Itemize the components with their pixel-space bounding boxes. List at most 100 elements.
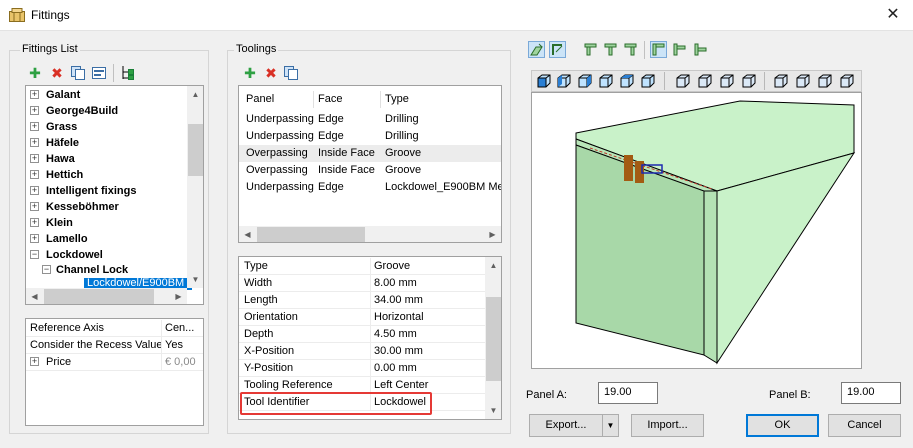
collapse-icon[interactable]: − <box>30 250 39 259</box>
view-iso-bottom-icon[interactable] <box>640 73 656 89</box>
column-header-face[interactable]: Face <box>318 93 342 105</box>
tooling-type: Drilling <box>385 113 419 125</box>
view-mode-front-icon[interactable] <box>528 41 545 58</box>
fittings-tree[interactable]: + Galant + George4Build + Grass + Häfele + Hawa + H… <box>25 85 204 305</box>
view-left-icon[interactable] <box>719 73 735 89</box>
scroll-up-icon[interactable]: ▲ <box>485 257 501 274</box>
view-hidden-icon[interactable] <box>817 73 833 89</box>
fitting-parameters-grid[interactable]: Reference Axis Cen... Consider the Recess … <box>25 318 204 426</box>
copy-tooling-icon[interactable] <box>283 65 299 81</box>
view-iso-right-icon[interactable] <box>577 73 593 89</box>
joint-side-inset-icon[interactable] <box>692 41 709 58</box>
view-front-icon[interactable] <box>675 73 691 89</box>
property-row-type[interactable]: Type Groove <box>239 258 485 275</box>
scroll-thumb[interactable] <box>188 124 203 176</box>
delete-icon[interactable]: ✖ <box>49 65 65 81</box>
preview-3d-viewport[interactable] <box>531 92 862 369</box>
view-mode-side-icon[interactable] <box>549 41 566 58</box>
property-value[interactable]: 34.00 mm <box>374 294 423 306</box>
property-value[interactable]: Horizontal <box>374 311 424 323</box>
expand-icon[interactable]: + <box>30 186 39 195</box>
collapse-icon[interactable]: − <box>42 265 51 274</box>
tree-vertical-scrollbar[interactable]: ▲ ▼ <box>187 86 203 288</box>
joint-top-overlap-icon[interactable] <box>582 41 599 58</box>
close-icon[interactable]: ✕ <box>880 4 906 26</box>
scroll-thumb[interactable] <box>44 289 154 304</box>
property-row-length[interactable]: Length 34.00 mm <box>239 292 485 309</box>
scroll-down-icon[interactable]: ▼ <box>485 402 501 419</box>
view-iso-front-icon[interactable] <box>536 73 552 89</box>
add-tooling-icon[interactable]: ✚ <box>242 65 258 81</box>
expand-icon[interactable]: + <box>30 170 39 179</box>
cancel-button[interactable]: Cancel <box>828 414 901 437</box>
expand-icon[interactable]: + <box>30 234 39 243</box>
column-header-type[interactable]: Type <box>385 93 409 105</box>
joint-side-corner-icon[interactable] <box>650 41 667 58</box>
property-row-depth[interactable]: Depth 4.50 mm <box>239 326 485 343</box>
property-row-orientation[interactable]: Orientation Horizontal <box>239 309 485 326</box>
tooling-face: Edge <box>318 113 344 125</box>
toolings-horizontal-scrollbar[interactable]: ◀ ▶ <box>239 226 501 242</box>
scroll-up-icon[interactable]: ▲ <box>187 86 203 103</box>
view-right-icon[interactable] <box>741 73 757 89</box>
joint-top-center-icon[interactable] <box>602 41 619 58</box>
tooling-row[interactable]: Overpassing Inside Face Groove <box>239 162 501 179</box>
delete-tooling-icon[interactable]: ✖ <box>263 65 279 81</box>
view-back-icon[interactable] <box>697 73 713 89</box>
parameter-row-consider-the-recess-value[interactable]: Consider the Recess Value Yes <box>26 337 203 354</box>
property-value[interactable]: 8.00 mm <box>374 277 417 289</box>
scroll-left-icon[interactable]: ◀ <box>26 288 43 304</box>
expand-icon[interactable]: + <box>30 138 39 147</box>
properties-vertical-scrollbar[interactable]: ▲ ▼ <box>485 257 501 419</box>
property-value[interactable]: Groove <box>374 260 410 272</box>
property-row-width[interactable]: Width 8.00 mm <box>239 275 485 292</box>
joint-top-inset-icon[interactable] <box>622 41 639 58</box>
view-iso-left-icon[interactable] <box>556 73 572 89</box>
scroll-thumb[interactable] <box>257 227 365 242</box>
column-header-panel[interactable]: Panel <box>246 93 274 105</box>
property-value[interactable]: 4.50 mm <box>374 328 417 340</box>
property-value[interactable]: 30.00 mm <box>374 345 423 357</box>
property-row-y-position[interactable]: Y-Position 0.00 mm <box>239 360 485 377</box>
property-row-x-position[interactable]: X-Position 30.00 mm <box>239 343 485 360</box>
copy-icon[interactable] <box>70 65 86 81</box>
ok-button[interactable]: OK <box>746 414 819 437</box>
scroll-down-icon[interactable]: ▼ <box>187 271 203 288</box>
view-shaded-icon[interactable] <box>773 73 789 89</box>
expand-icon[interactable]: + <box>30 90 39 99</box>
expand-icon[interactable]: + <box>30 106 39 115</box>
export-button[interactable]: Export... ▼ <box>529 414 619 437</box>
toolings-list[interactable]: Panel Face Type Underpassing Edge Drilling Un… <box>238 85 502 243</box>
expand-icon[interactable]: + <box>30 218 39 227</box>
expand-icon[interactable]: + <box>30 357 39 366</box>
tree-horizontal-scrollbar[interactable]: ◀ ▶ <box>26 288 187 304</box>
properties-icon[interactable] <box>91 65 107 81</box>
property-value[interactable]: Left Center <box>374 379 428 391</box>
parameter-row-price[interactable]: + Price € 0,00 <box>26 354 203 371</box>
expand-icon[interactable]: + <box>30 202 39 211</box>
export-dropdown-icon[interactable]: ▼ <box>602 415 618 436</box>
scroll-left-icon[interactable]: ◀ <box>239 226 256 242</box>
parameter-row-reference-axis[interactable]: Reference Axis Cen... <box>26 320 203 337</box>
tooling-row[interactable]: Underpassing Edge Drilling <box>239 128 501 145</box>
tooling-row[interactable]: Underpassing Edge Drilling <box>239 111 501 128</box>
expand-icon[interactable]: + <box>30 154 39 163</box>
scroll-right-icon[interactable]: ▶ <box>484 226 501 242</box>
tree-item-label: Lockdowel <box>46 249 103 261</box>
tree-structure-icon[interactable] <box>120 65 136 81</box>
panel-b-thickness-input[interactable]: 19.00 <box>841 382 901 404</box>
view-iso-back-icon[interactable] <box>598 73 614 89</box>
tooling-row[interactable]: Underpassing Edge Lockdowel_E900BM Met <box>239 179 501 196</box>
joint-side-tee-icon[interactable] <box>671 41 688 58</box>
panel-a-thickness-input[interactable]: 19.00 <box>598 382 658 404</box>
scroll-thumb[interactable] <box>486 297 501 381</box>
property-value[interactable]: 0.00 mm <box>374 362 417 374</box>
view-iso-top-icon[interactable] <box>619 73 635 89</box>
view-wire-icon[interactable] <box>795 73 811 89</box>
import-button[interactable]: Import... <box>631 414 704 437</box>
expand-icon[interactable]: + <box>30 122 39 131</box>
tooling-row[interactable]: Overpassing Inside Face Groove <box>239 145 501 162</box>
scroll-right-icon[interactable]: ▶ <box>170 288 187 304</box>
view-render-icon[interactable] <box>839 73 855 89</box>
add-icon[interactable]: ✚ <box>27 65 43 81</box>
